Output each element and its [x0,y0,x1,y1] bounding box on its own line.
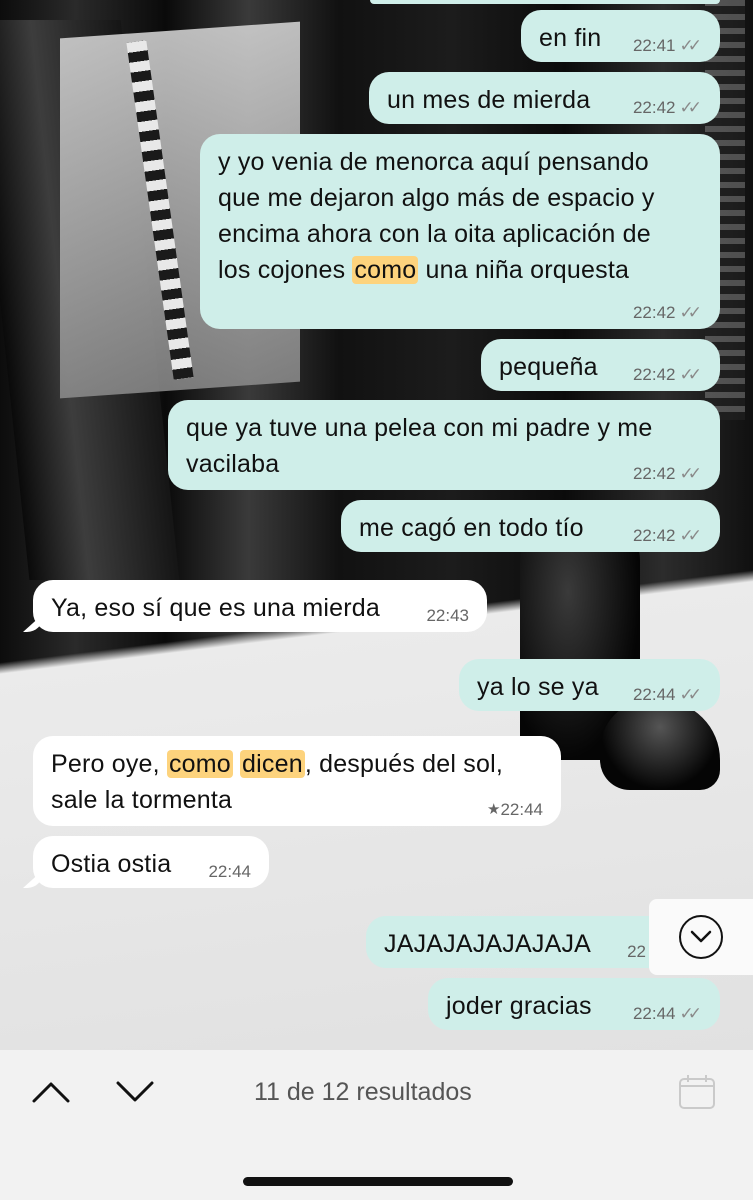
message-time: 22:43 [426,606,469,625]
message-time: 22:44 [632,1004,676,1023]
message-text-line: Pero oye, como dicen, después del sol, [51,746,543,782]
message-time: 22:44 [632,685,676,704]
message-time: 22:41 [632,36,676,55]
message-meta: 22:42 ✓✓ [633,98,702,118]
bubble-tail [23,614,43,632]
text-segment: Pero oye, [51,750,167,778]
star-icon: ★ [487,801,501,818]
message-text-line: que me dejaron algo más de espacio y [218,184,655,212]
message-outgoing[interactable]: JAJAJAJAJAJAJA 22 [366,916,696,968]
chevron-down-icon [116,1081,154,1102]
scroll-to-bottom-button[interactable] [649,899,753,975]
search-highlight: como [352,256,419,284]
message-time: 22 [627,942,646,961]
next-result-button[interactable] [113,1074,157,1110]
message-incoming[interactable]: Ostia ostia 22:44 [23,836,269,888]
read-ticks-icon: ✓✓ [679,526,702,545]
search-highlight: como [166,750,233,778]
calendar-icon[interactable] [678,1074,716,1110]
previous-result-button[interactable] [29,1074,73,1110]
message-outgoing[interactable]: pequeña 22:42 ✓✓ [481,339,720,391]
read-ticks-icon: ✓✓ [679,98,702,117]
message-meta: 22:42 ✓✓ [633,526,702,546]
message-outgoing[interactable]: en fin 22:41 ✓✓ [521,10,720,62]
read-ticks-icon: ✓✓ [679,1004,702,1023]
message-outgoing[interactable]: me cagó en todo tío 22:42 ✓✓ [341,500,720,552]
read-ticks-icon: ✓✓ [679,36,702,55]
home-indicator[interactable] [243,1177,513,1186]
scroll-to-bottom-icon [679,915,723,959]
message-meta: 22:41 ✓✓ [633,36,702,56]
message-list[interactable]: en fin 22:41 ✓✓ un mes de mierda 22:42 ✓✓ … [0,0,753,1050]
message-time: 22:42 [632,365,676,384]
message-time: 22:42 [632,464,676,483]
message-meta: 22 [627,942,646,962]
message-text-line: encima ahora con la oita aplicación de [218,220,651,248]
message-text-line: que ya tuve una pelea con mi padre y me [186,414,653,442]
message-meta: 22:43 [426,606,469,626]
read-ticks-icon: ✓✓ [679,365,702,384]
message-time: 22:42 [632,98,676,117]
previous-message-edge [370,0,720,4]
message-outgoing[interactable]: ya lo se ya 22:44 ✓✓ [459,659,720,711]
read-ticks-icon: ✓✓ [679,303,702,322]
chevron-up-icon [32,1082,70,1103]
message-time: 22:44 [208,862,251,881]
text-segment: una niña orquesta [418,256,630,284]
search-highlight: dicen [240,750,305,778]
message-text-line: sale la tormenta [51,786,233,814]
message-incoming[interactable]: Pero oye, como dicen, después del sol, s… [33,736,561,826]
message-meta: 22:42 ✓✓ [633,303,702,323]
text-segment: , después del sol, [304,750,503,778]
message-meta: 22:42 ✓✓ [633,464,702,484]
bubble-tail [23,870,43,888]
message-meta: 22:44 ✓✓ [633,685,702,705]
message-outgoing[interactable]: joder gracias 22:44 ✓✓ [428,978,720,1030]
message-text-line: vacilaba [186,450,280,478]
read-ticks-icon: ✓✓ [679,685,702,704]
message-text-line: los cojones como una niña orquesta [218,252,702,288]
message-text-line: y yo venia de menorca aquí pensando [218,148,649,176]
search-results-count: 11 de 12 resultados [254,1078,472,1106]
message-time: 22:44 [500,800,543,819]
message-time: 22:42 [632,526,676,545]
text-segment: los cojones [218,256,353,284]
message-time: 22:42 [632,303,676,322]
message-outgoing[interactable]: que ya tuve una pelea con mi padre y me … [168,400,720,490]
message-meta: 22:44 ✓✓ [633,1004,702,1024]
message-meta: ★ 22:44 [487,800,543,820]
message-outgoing[interactable]: y yo venia de menorca aquí pensando que … [200,134,720,329]
message-outgoing[interactable]: un mes de mierda 22:42 ✓✓ [369,72,720,124]
read-ticks-icon: ✓✓ [679,464,702,483]
message-meta: 22:44 [208,862,251,882]
message-text: Ya, eso sí que es una mierda [51,594,380,622]
message-incoming[interactable]: Ya, eso sí que es una mierda 22:43 [23,580,487,632]
message-meta: 22:42 ✓✓ [633,365,702,385]
